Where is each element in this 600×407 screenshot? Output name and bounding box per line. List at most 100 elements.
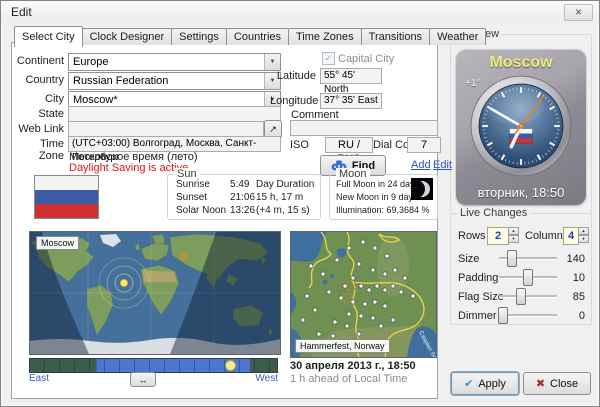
padding-value: 10	[555, 272, 585, 284]
size-value: 140	[555, 253, 585, 265]
sunset-value: 21:06	[230, 192, 255, 203]
slider-thumb[interactable]	[516, 288, 526, 305]
add-link[interactable]: Add	[411, 159, 431, 171]
live-changes-groupbox: Live Changes Rows 2 ▲▼ Columns 4 ▲▼ Size…	[450, 213, 592, 325]
region-map-tooltip: Hammerfest, Norway	[295, 339, 390, 353]
size-slider[interactable]	[499, 250, 557, 266]
apply-button[interactable]: ✔ Apply	[451, 372, 519, 395]
edit-link[interactable]: Edit	[433, 159, 452, 171]
window-title: Edit	[11, 5, 32, 19]
tab-clock-designer[interactable]: Clock Designer	[82, 28, 173, 45]
day-night-bar[interactable]	[29, 358, 278, 373]
latitude-input[interactable]: 55° 45' North	[320, 68, 382, 84]
dial-code-input[interactable]: 7	[407, 137, 441, 153]
flag-size-value: 85	[555, 291, 585, 303]
illumination-text: Illumination: 69,3684 %	[336, 205, 430, 215]
weblink-input[interactable]	[68, 121, 264, 137]
selected-datetime: 30 апреля 2013 г., 18:50	[290, 360, 416, 372]
west-label: West	[248, 373, 278, 384]
columns-stepper-arrows[interactable]: ▲▼	[578, 227, 589, 243]
open-link-icon: ↗	[269, 124, 277, 135]
state-label: State	[12, 108, 64, 120]
select-city-page: Continent Europe ▼ Country Russian Feder…	[11, 42, 438, 399]
spinner-down-icon: ▼	[508, 235, 519, 243]
iso-label: ISO	[290, 139, 309, 151]
rows-stepper-arrows[interactable]: ▲▼	[508, 227, 519, 243]
clock-city-label: Moscow	[456, 54, 586, 72]
swap-direction-button[interactable]: ↔	[130, 372, 156, 387]
spinner-up-icon: ▲	[508, 227, 519, 235]
dst-status: Daylight Saving is active	[69, 162, 188, 174]
titlebar[interactable]: Edit ✕	[1, 1, 599, 23]
moon-phase-image	[411, 178, 433, 200]
world-map[interactable]: Moscow	[29, 231, 281, 355]
timezone-label: Time Zone	[12, 138, 64, 162]
country-flag	[34, 175, 99, 219]
day-duration-value: 15 h, 17 m	[256, 192, 303, 203]
padding-label: Padding	[458, 272, 498, 284]
close-button[interactable]: ✖ Close	[523, 372, 591, 395]
world-map-tooltip: Moscow	[36, 236, 79, 250]
window-close-button[interactable]: ✕	[564, 4, 593, 21]
latitude-label: Latitude	[270, 70, 316, 82]
continent-label: Continent	[12, 55, 64, 67]
longitude-label: Longitude	[270, 95, 316, 107]
close-icon: ✕	[575, 7, 583, 17]
slider-thumb[interactable]	[507, 250, 517, 267]
comment-input[interactable]	[290, 120, 438, 136]
rows-label: Rows	[458, 230, 486, 242]
flag-size-label: Flag Size	[458, 291, 504, 303]
tab-strip: Select City Clock Designer Settings Coun…	[14, 26, 485, 47]
sunset-label: Sunset	[176, 192, 207, 203]
continent-select[interactable]: Europe ▼	[68, 53, 281, 71]
check-icon: ✓	[325, 53, 333, 63]
timezone-input[interactable]: (UTC+03:00) Волгоград, Москва, Санкт-Пет…	[68, 136, 281, 152]
tab-time-zones[interactable]: Time Zones	[288, 28, 362, 45]
weblink-label: Web Link	[12, 123, 64, 135]
padding-slider[interactable]	[499, 269, 557, 285]
clock-datetime-label: вторник, 18:50	[456, 185, 586, 200]
iso-input[interactable]: RU / RUS	[325, 137, 373, 153]
flag-stripe-white	[35, 176, 98, 190]
spinner-up-icon: ▲	[578, 227, 589, 235]
apply-check-icon: ✔	[464, 377, 473, 390]
dimmer-slider[interactable]	[499, 307, 557, 323]
country-label: Country	[12, 74, 64, 86]
day-duration-label: Day Duration	[256, 179, 314, 190]
tab-countries[interactable]: Countries	[226, 28, 289, 45]
flag-size-slider[interactable]	[499, 288, 557, 304]
state-input[interactable]	[68, 106, 281, 122]
sun-dot-icon[interactable]	[225, 360, 236, 371]
local-time-offset-note: 1 h ahead of Local Time	[290, 373, 407, 385]
new-moon-text: New Moon in 9 days	[336, 192, 418, 202]
tab-settings[interactable]: Settings	[171, 28, 227, 45]
tab-select-city[interactable]: Select City	[14, 26, 83, 47]
tab-weather[interactable]: Weather	[429, 28, 486, 45]
city-label: City	[12, 93, 64, 105]
clock-preview-tile[interactable]: Moscow +1°	[456, 49, 586, 205]
sunrise-value: 5:49	[230, 179, 249, 190]
solar-noon-value: 13:26	[230, 205, 255, 216]
slider-thumb[interactable]	[498, 307, 508, 324]
rows-stepper[interactable]: 2	[487, 227, 509, 245]
spinner-down-icon: ▼	[578, 235, 589, 243]
preview-groupbox: Preview Moscow +1°	[450, 34, 592, 214]
longitude-input[interactable]: 37° 35' East	[320, 93, 382, 109]
slider-thumb[interactable]	[523, 269, 533, 286]
columns-label: Columns	[525, 230, 568, 242]
tab-transitions[interactable]: Transitions	[361, 28, 430, 45]
flag-stripe-red	[35, 204, 98, 218]
sun-groupbox: Sun Sunrise 5:49 Day Duration Sunset 21:…	[167, 174, 321, 220]
region-map[interactable]: Caspian Sea Hammerfest, Norway	[290, 231, 437, 358]
edit-dialog: Edit ✕ Select City Clock Designer Settin…	[0, 0, 600, 407]
full-moon-text: Full Moon in 24 days	[336, 179, 419, 189]
close-x-icon: ✖	[536, 377, 545, 390]
flag-stripe-blue	[35, 190, 98, 204]
country-select[interactable]: Russian Federation ▼	[68, 72, 281, 90]
live-changes-title: Live Changes	[457, 207, 530, 219]
chevron-down-icon[interactable]: ▼	[264, 54, 280, 70]
solar-noon-label: Solar Noon	[176, 205, 226, 216]
columns-stepper[interactable]: 4	[563, 227, 579, 245]
capital-city-checkbox[interactable]: ✓	[322, 52, 335, 65]
analog-clock-face	[468, 73, 574, 179]
